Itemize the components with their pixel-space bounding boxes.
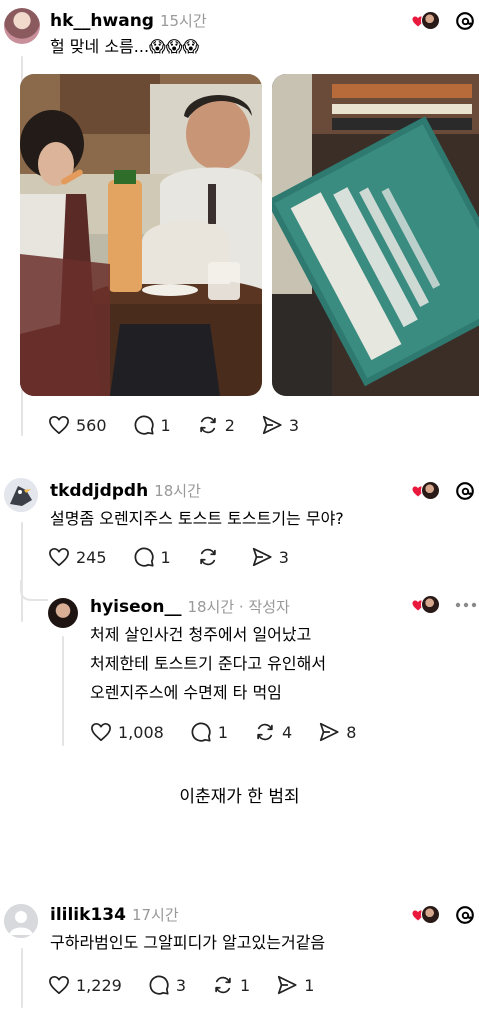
- like-button[interactable]: 1,008: [90, 722, 164, 742]
- mini-avatar: [421, 481, 440, 500]
- reply-count: 1: [217, 722, 228, 742]
- liked-by-badge[interactable]: [412, 594, 442, 616]
- timestamp: 18시간: [154, 482, 201, 500]
- repost-button[interactable]: 2: [197, 414, 235, 436]
- share-count: 3: [288, 415, 300, 435]
- movie-still-image: [20, 74, 262, 396]
- avatar[interactable]: [4, 8, 40, 44]
- caption-text: 이춘재가 한 범죄: [179, 787, 300, 807]
- repost-icon: [199, 416, 216, 434]
- liked-by-badge[interactable]: [412, 10, 442, 32]
- thread-line: [62, 636, 64, 746]
- post-header-actions: [412, 10, 476, 32]
- bird-avatar-image: [4, 478, 38, 512]
- threads-icon[interactable]: [454, 480, 476, 502]
- share-count: 8: [346, 722, 357, 742]
- repost-button[interactable]: 1: [212, 974, 250, 996]
- comment-icon: [191, 722, 211, 742]
- username[interactable]: tkddjdpdh 18시간: [50, 480, 201, 501]
- post-text: 구하라범인도 그알피디가 알고있는거같음: [50, 933, 326, 952]
- heart-icon: [91, 722, 111, 742]
- avatar[interactable]: [4, 904, 38, 938]
- reply-button[interactable]: 1: [190, 721, 228, 743]
- share-button[interactable]: 8: [318, 721, 356, 743]
- heart-icon: [49, 415, 69, 435]
- post-image-2[interactable]: [272, 74, 479, 396]
- liked-by-badge[interactable]: [412, 904, 442, 926]
- reply-count: 1: [160, 415, 171, 435]
- mini-avatar: [421, 595, 440, 614]
- mini-avatar: [421, 905, 440, 924]
- like-button[interactable]: 560: [48, 415, 107, 435]
- repost-count: 1: [240, 975, 251, 995]
- share-count: 1: [304, 975, 315, 995]
- heart-icon: [49, 975, 69, 995]
- repost-button[interactable]: [197, 546, 225, 568]
- post-text-line-3: 오렌지주스에 수면제 타 먹임: [90, 683, 282, 702]
- liked-by-badge[interactable]: [412, 480, 442, 502]
- share-button[interactable]: 1: [276, 974, 314, 996]
- mini-avatar: [421, 11, 440, 30]
- heart-icon: [49, 547, 69, 567]
- repost-count: 4: [282, 722, 293, 742]
- timestamp: 15시간: [159, 12, 207, 30]
- newspaper-image: [272, 74, 479, 396]
- like-button[interactable]: 1,229: [48, 975, 122, 995]
- post-hk-hwang: hk__hwang 15시간 헐 맞네 소름...😱😱😱 560 1 2 3: [0, 0, 479, 450]
- post-text-line-1: 처제 살인사건 청주에서 일어났고: [90, 625, 312, 644]
- like-count: 245: [76, 547, 107, 567]
- username[interactable]: hyiseon__ 18시간 · 작성자: [90, 596, 290, 617]
- post-ililik134: ililik134 17시간 구하라범인도 그알피디가 알고있는거같음 1,229…: [0, 896, 479, 1024]
- like-count: 560: [76, 415, 107, 435]
- reply-button[interactable]: 3: [148, 974, 186, 996]
- repost-count: 2: [224, 415, 235, 435]
- comment-icon: [134, 415, 154, 435]
- post-hyiseon: hyiseon__ 18시간 · 작성자 처제 살인사건 청주에서 일어났고 처제…: [0, 590, 479, 760]
- thread-line: [21, 948, 23, 1008]
- like-count: 1,008: [118, 722, 164, 742]
- repost-icon: [199, 548, 216, 566]
- post-actions: 560 1 2 3: [48, 414, 325, 436]
- avatar[interactable]: [4, 478, 38, 512]
- like-count: 1,229: [76, 975, 122, 995]
- share-button[interactable]: 3: [251, 546, 289, 568]
- post-text: 헐 맞네 소름...😱😱😱: [50, 37, 200, 56]
- share-icon: [278, 975, 297, 995]
- avatar[interactable]: [48, 598, 78, 628]
- default-avatar-icon: [4, 904, 38, 938]
- share-icon: [262, 415, 282, 435]
- post-actions: 1,008 1 4 8: [90, 721, 382, 743]
- like-button[interactable]: 245: [48, 547, 107, 567]
- reply-count: 1: [160, 547, 171, 567]
- post-actions: 245 1 3: [48, 546, 315, 568]
- post-header-actions: [412, 594, 478, 616]
- repost-button[interactable]: 4: [254, 721, 292, 743]
- comment-icon: [149, 975, 169, 995]
- repost-icon: [257, 723, 273, 741]
- share-icon: [252, 547, 272, 567]
- reply-count: 3: [175, 975, 186, 995]
- timestamp: 18시간 · 작성자: [187, 598, 290, 616]
- post-image-1[interactable]: [20, 74, 262, 396]
- reply-button[interactable]: 1: [133, 546, 171, 568]
- username[interactable]: ililik134 17시간: [50, 904, 179, 925]
- post-header-actions: [412, 904, 476, 926]
- repost-icon: [215, 976, 231, 994]
- reply-button[interactable]: 1: [133, 414, 171, 436]
- share-button[interactable]: 3: [261, 414, 299, 436]
- comment-icon: [134, 547, 154, 567]
- share-count: 3: [278, 547, 289, 567]
- post-actions: 1,229 3 1 1: [48, 974, 340, 996]
- share-icon: [320, 722, 339, 742]
- timestamp: 17시간: [131, 906, 179, 924]
- threads-icon[interactable]: [454, 10, 476, 32]
- more-icon[interactable]: [454, 601, 478, 609]
- threads-icon[interactable]: [454, 904, 476, 926]
- post-header-actions: [412, 480, 476, 502]
- post-text: 설명좀 오렌지주스 토스트 토스트기는 무야?: [50, 509, 344, 528]
- post-text-line-2: 처제한테 토스트기 준다고 유인해서: [90, 654, 327, 673]
- username[interactable]: hk__hwang 15시간: [50, 10, 207, 31]
